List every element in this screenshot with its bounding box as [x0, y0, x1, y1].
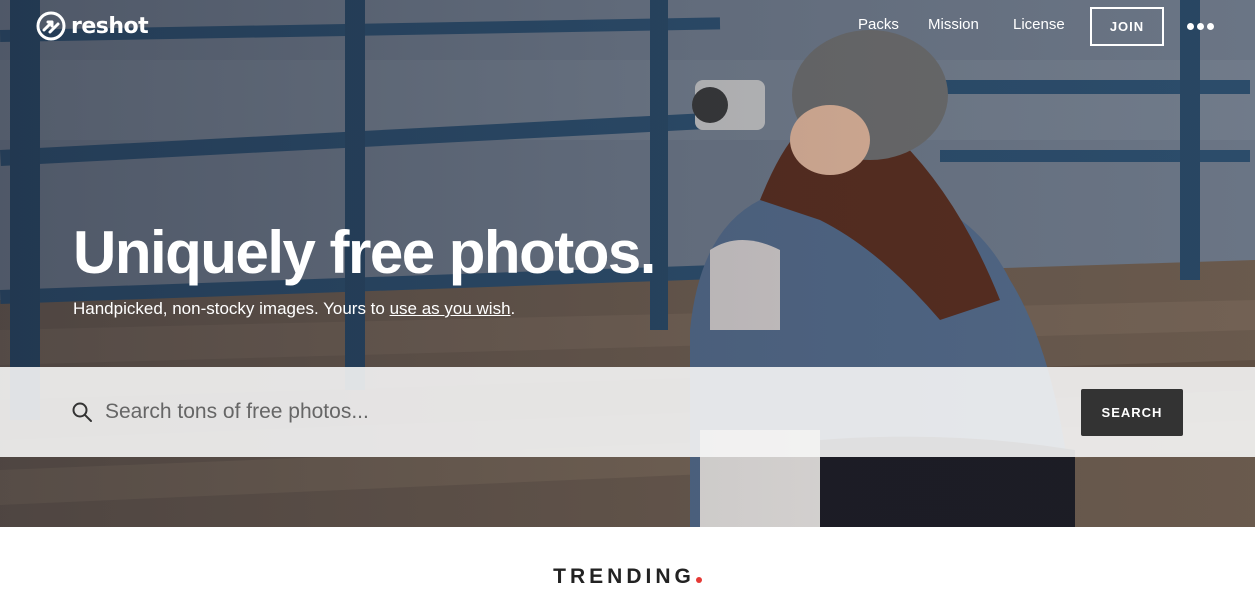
hero-subtitle: Handpicked, non-stocky images. Yours to …	[73, 299, 515, 319]
reshot-logo-icon	[36, 11, 66, 41]
trending-title: TRENDING	[553, 565, 695, 588]
more-dots-icon[interactable]	[1187, 20, 1215, 32]
brand-logo[interactable]: reshot	[35, 10, 149, 42]
top-navigation: reshot Packs Mission License JOIN	[0, 0, 1255, 52]
brand-name: reshot	[71, 13, 149, 39]
hero-subtitle-text: Handpicked, non-stocky images. Yours to	[73, 299, 390, 318]
search-button[interactable]: SEARCH	[1081, 389, 1183, 436]
nav-link-mission[interactable]: Mission	[928, 16, 979, 33]
search-input[interactable]	[105, 392, 1005, 432]
hero-title: Uniquely free photos.	[73, 219, 656, 286]
trending-section: TRENDING	[0, 565, 1255, 589]
use-as-you-wish-link[interactable]: use as you wish	[390, 299, 511, 318]
hero-subtitle-end: .	[510, 299, 516, 318]
search-icon	[72, 402, 92, 422]
trending-accent-dot	[695, 577, 702, 583]
nav-link-packs[interactable]: Packs	[858, 16, 899, 33]
nav-link-license[interactable]: License	[1013, 16, 1065, 33]
join-button[interactable]: JOIN	[1090, 7, 1164, 46]
